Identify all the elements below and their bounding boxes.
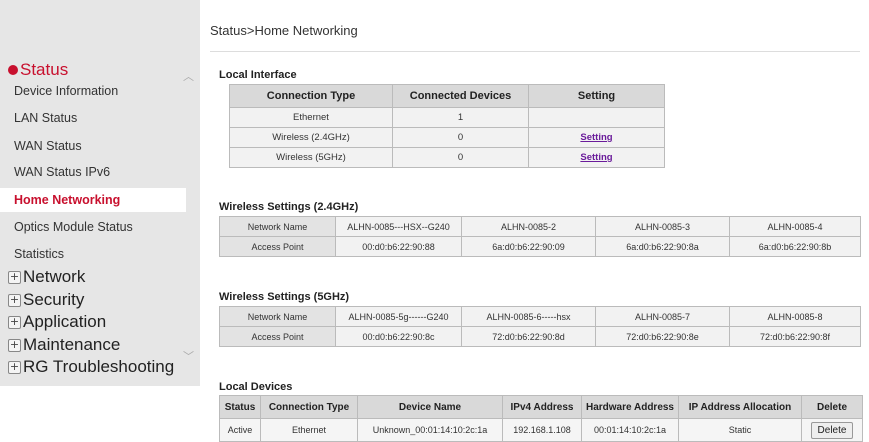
wireless-24-title: Wireless Settings (2.4GHz) <box>219 201 359 213</box>
table-header-row: Connection Type Connected Devices Settin… <box>229 84 665 108</box>
column-header: Device Name <box>357 395 503 419</box>
table-row: Ethernet 1 <box>229 107 665 128</box>
menu-maintenance-label: Maintenance <box>23 335 121 354</box>
table-row: Access Point 00:d0:b6:22:90:88 6a:d0:b6:… <box>219 236 861 257</box>
sidebar-item-wan-status-ipv6[interactable]: WAN Status IPv6 <box>14 165 110 179</box>
menu-application[interactable]: + Application <box>8 312 106 332</box>
header-divider <box>210 51 860 52</box>
connected-devices-cell: 1 <box>392 107 529 128</box>
column-header: Delete <box>801 395 863 419</box>
table-row: Network Name ALHN-0085---HSX--G240 ALHN-… <box>219 216 861 237</box>
connected-devices-cell: 0 <box>392 127 529 148</box>
connection-type-cell: Wireless (2.4GHz) <box>229 127 393 148</box>
table-row: Wireless (5GHz) 0 Setting <box>229 147 665 168</box>
access-point-cell: 72:d0:b6:22:90:8f <box>729 326 861 347</box>
network-name-cell: ALHN-0085---HSX--G240 <box>335 216 462 237</box>
connection-type-cell: Wireless (5GHz) <box>229 147 393 168</box>
network-name-cell: ALHN-0085-2 <box>461 216 596 237</box>
sidebar-item-device-information[interactable]: Device Information <box>14 84 118 98</box>
access-point-cell: 6a:d0:b6:22:90:09 <box>461 236 596 257</box>
menu-network[interactable]: + Network <box>8 267 85 287</box>
wireless-5-table: Network Name ALHN-0085-5g------G240 ALHN… <box>219 306 861 347</box>
access-point-label: Access Point <box>219 236 336 257</box>
sidebar-header <box>0 0 200 56</box>
column-header: Connected Devices <box>392 84 529 108</box>
column-header: IPv4 Address <box>502 395 582 419</box>
wireless-24-table: Network Name ALHN-0085---HSX--G240 ALHN-… <box>219 216 861 257</box>
column-header: Hardware Address <box>581 395 679 419</box>
local-devices-table: Status Connection Type Device Name IPv4 … <box>219 395 863 442</box>
delete-button[interactable]: Delete <box>810 421 854 439</box>
access-point-label: Access Point <box>219 326 336 347</box>
connection-type-cell: Ethernet <box>260 418 358 442</box>
setting-cell <box>528 107 665 128</box>
access-point-cell: 6a:d0:b6:22:90:8a <box>595 236 730 257</box>
hardware-address-cell: 00:01:14:10:2c:1a <box>581 418 679 442</box>
column-header: Connection Type <box>260 395 358 419</box>
sidebar-item-home-networking[interactable]: Home Networking <box>0 188 186 212</box>
connection-type-cell: Ethernet <box>229 107 393 128</box>
sidebar-item-optics-module-status[interactable]: Optics Module Status <box>14 220 133 234</box>
scroll-down-icon[interactable]: ﹀ <box>183 348 194 364</box>
sidebar: Status ︿ Device Information LAN Status W… <box>0 0 200 441</box>
table-row: Access Point 00:d0:b6:22:90:8c 72:d0:b6:… <box>219 326 861 347</box>
menu-network-label: Network <box>23 267 86 286</box>
network-name-cell: ALHN-0085-7 <box>595 306 730 327</box>
menu-security-label: Security <box>23 290 85 309</box>
access-point-cell: 72:d0:b6:22:90:8d <box>461 326 596 347</box>
menu-rg-troubleshooting[interactable]: + RG Troubleshooting <box>8 357 174 377</box>
connected-devices-cell: 0 <box>392 147 529 168</box>
network-name-label: Network Name <box>219 216 336 237</box>
collapse-icon <box>8 65 18 75</box>
menu-status-label: Status <box>20 60 69 79</box>
table-row: Wireless (2.4GHz) 0 Setting <box>229 127 665 148</box>
sidebar-item-lan-status[interactable]: LAN Status <box>14 111 77 125</box>
network-name-cell: ALHN-0085-3 <box>595 216 730 237</box>
plus-icon: + <box>8 314 21 329</box>
access-point-cell: 00:d0:b6:22:90:88 <box>335 236 462 257</box>
menu-application-label: Application <box>23 312 107 331</box>
network-name-cell: ALHN-0085-4 <box>729 216 861 237</box>
access-point-cell: 6a:d0:b6:22:90:8b <box>729 236 861 257</box>
setting-link[interactable]: Setting <box>528 127 665 148</box>
ipv4-cell: 192.168.1.108 <box>502 418 582 442</box>
plus-icon: + <box>8 359 21 374</box>
column-header: IP Address Allocation <box>678 395 802 419</box>
local-interface-title: Local Interface <box>219 69 297 81</box>
column-header: Status <box>219 395 261 419</box>
ip-allocation-cell: Static <box>678 418 802 442</box>
network-name-cell: ALHN-0085-5g------G240 <box>335 306 462 327</box>
menu-rg-troubleshooting-label: RG Troubleshooting <box>23 357 175 376</box>
sidebar-item-wan-status[interactable]: WAN Status <box>14 139 82 153</box>
wireless-5-title: Wireless Settings (5GHz) <box>219 291 350 303</box>
column-header: Setting <box>528 84 665 108</box>
local-interface-table: Connection Type Connected Devices Settin… <box>229 84 665 168</box>
local-devices-title: Local Devices <box>219 381 293 393</box>
table-header-row: Status Connection Type Device Name IPv4 … <box>219 395 863 419</box>
plus-icon: + <box>8 269 21 284</box>
access-point-cell: 72:d0:b6:22:90:8e <box>595 326 730 347</box>
setting-link[interactable]: Setting <box>528 147 665 168</box>
network-name-cell: ALHN-0085-6-----hsx <box>461 306 596 327</box>
delete-cell: Delete <box>801 418 863 442</box>
network-name-label: Network Name <box>219 306 336 327</box>
plus-icon: + <box>8 337 21 352</box>
network-name-cell: ALHN-0085-8 <box>729 306 861 327</box>
menu-maintenance[interactable]: + Maintenance <box>8 335 120 355</box>
menu-status[interactable]: Status <box>8 60 68 80</box>
status-cell: Active <box>219 418 261 442</box>
table-row: Network Name ALHN-0085-5g------G240 ALHN… <box>219 306 861 327</box>
device-name-cell: Unknown_00:01:14:10:2c:1a <box>357 418 503 442</box>
sidebar-item-statistics[interactable]: Statistics <box>14 247 64 261</box>
plus-icon: + <box>8 292 21 307</box>
column-header: Connection Type <box>229 84 393 108</box>
breadcrumb: Status>Home Networking <box>210 23 358 38</box>
table-row: Active Ethernet Unknown_00:01:14:10:2c:1… <box>219 418 863 442</box>
menu-security[interactable]: + Security <box>8 290 84 310</box>
scroll-up-icon[interactable]: ︿ <box>183 68 194 84</box>
access-point-cell: 00:d0:b6:22:90:8c <box>335 326 462 347</box>
